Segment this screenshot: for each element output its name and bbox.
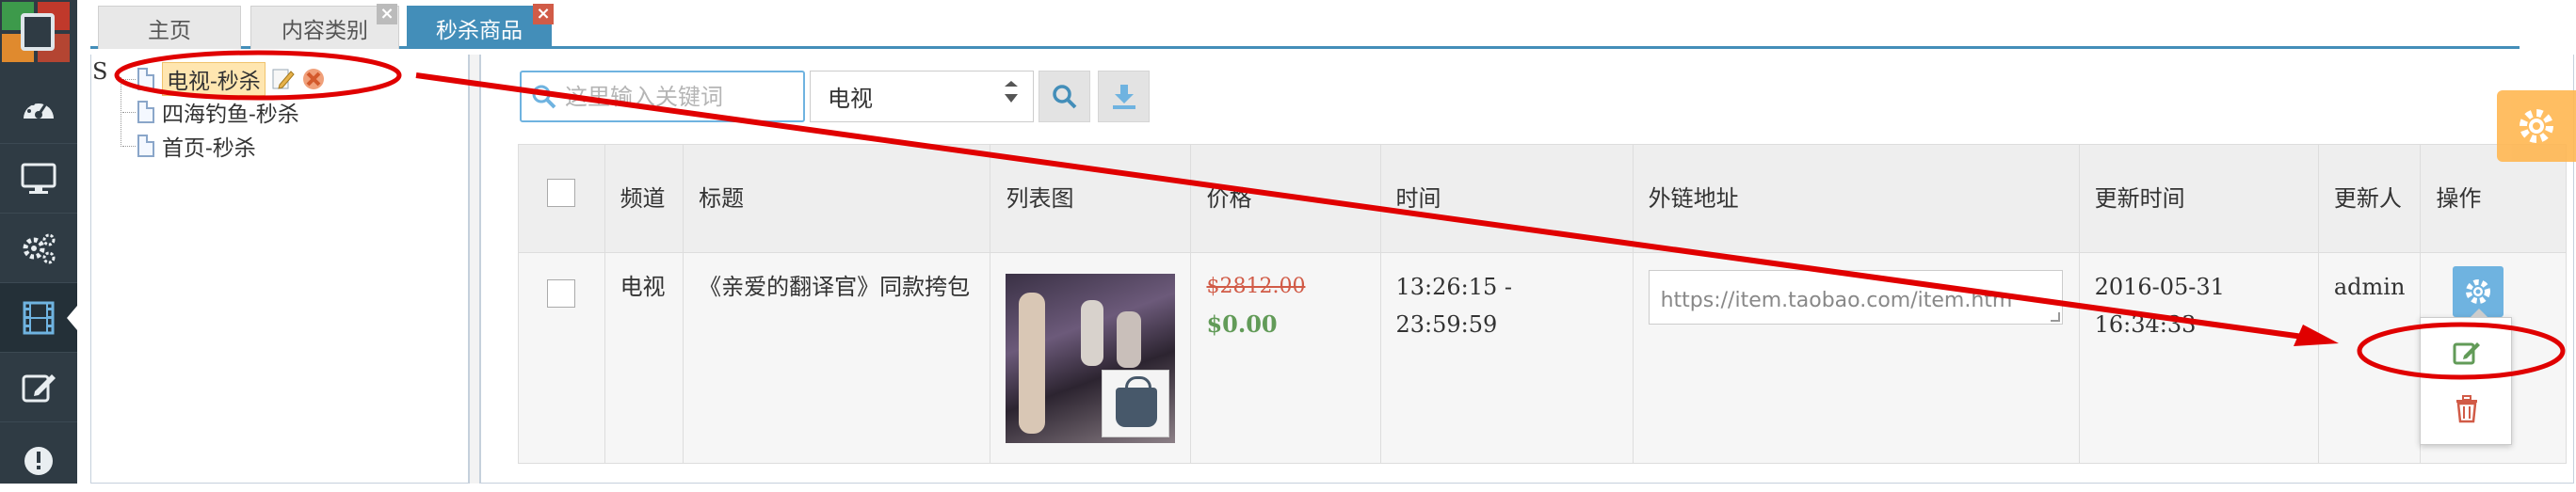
- document-icon: [137, 135, 154, 157]
- edit-action[interactable]: [2443, 329, 2490, 376]
- tab-label: 主页: [148, 18, 191, 43]
- tree-root: S: [92, 58, 108, 85]
- cell-link: https://item.taobao.com/item.htm: [1632, 252, 2080, 464]
- search-icon: [532, 85, 556, 108]
- select-all-cell: [518, 144, 605, 253]
- close-icon[interactable]: ×: [533, 4, 554, 24]
- tree-node-label: 四海钓鱼-秒杀: [162, 103, 299, 127]
- search-icon: [1052, 84, 1076, 108]
- tree-node-sihai-fishing-flash-sale[interactable]: 四海钓鱼-秒杀: [122, 96, 299, 128]
- resize-grip-icon[interactable]: [2050, 312, 2060, 322]
- settings-button[interactable]: [2497, 90, 2576, 162]
- cell-channel: 电视: [604, 252, 684, 464]
- select-all-checkbox[interactable]: [547, 179, 576, 207]
- row-actions-menu: [2420, 309, 2512, 445]
- sale-price: $0.00: [1206, 310, 1278, 338]
- delete-action[interactable]: [2443, 386, 2490, 433]
- search-input[interactable]: [565, 83, 781, 110]
- search-box[interactable]: [520, 71, 805, 122]
- tree-node-home-flash-sale[interactable]: 首页-秒杀: [122, 130, 256, 162]
- caret-down-icon: [1005, 94, 1018, 103]
- gear-icon: [2520, 109, 2553, 143]
- channel-select[interactable]: 电视: [810, 71, 1034, 122]
- cell-updated-by: admin: [2317, 252, 2422, 464]
- panel-splitter[interactable]: [469, 55, 480, 484]
- tab-home[interactable]: 主页: [98, 6, 241, 49]
- caret-up-icon: [1005, 81, 1018, 87]
- edit-icon: [2453, 342, 2480, 365]
- document-icon: [137, 101, 154, 123]
- film-icon[interactable]: [0, 283, 77, 353]
- export-button[interactable]: [1098, 71, 1150, 122]
- tree-node-label: 首页-秒杀: [162, 136, 256, 161]
- header-price[interactable]: 价格: [1190, 144, 1381, 253]
- header-time[interactable]: 时间: [1379, 144, 1634, 253]
- table-header-row: 频道 标题 列表图 价格 时间 外链地址 更新时间 更新人 操作: [518, 144, 2567, 253]
- delete-icon[interactable]: [301, 67, 326, 91]
- tree-node-label: 电视-秒杀: [162, 62, 266, 96]
- dashboard-icon[interactable]: [0, 74, 77, 144]
- download-icon: [1112, 84, 1135, 109]
- cell-updated-at: 2016-05-31 16:34:33: [2078, 252, 2319, 464]
- original-price: $2812.00: [1206, 275, 1306, 298]
- product-thumbnail[interactable]: [1006, 274, 1176, 443]
- table-row: 电视 《亲爱的翻译官》同款挎包 $2812.00 $0.00 13:26:15 …: [518, 252, 2567, 464]
- header-title[interactable]: 标题: [683, 144, 991, 253]
- cell-image: [990, 252, 1192, 464]
- search-button[interactable]: [1038, 71, 1090, 122]
- external-link-field[interactable]: https://item.taobao.com/item.htm: [1648, 270, 2063, 325]
- document-icon: [137, 68, 154, 90]
- header-image[interactable]: 列表图: [990, 144, 1192, 253]
- left-sidebar: [0, 0, 77, 484]
- channel-select-value: 电视: [828, 86, 873, 112]
- pencil-icon[interactable]: [271, 67, 296, 91]
- exclamation-icon[interactable]: [0, 422, 77, 492]
- trash-icon: [2456, 395, 2477, 423]
- close-icon[interactable]: ×: [377, 4, 397, 24]
- flash-sale-table: 频道 标题 列表图 价格 时间 外链地址 更新时间 更新人 操作 电视 《亲爱的…: [518, 144, 2567, 464]
- edit-icon[interactable]: [0, 353, 77, 422]
- gear-icon: [2466, 279, 2490, 304]
- cell-time: 13:26:15 - 23:59:59: [1379, 252, 1634, 464]
- cell-title: 《亲爱的翻译官》同款挎包: [683, 252, 991, 464]
- row-checkbox[interactable]: [547, 279, 576, 308]
- row-select-cell: [518, 252, 605, 464]
- cell-price: $2812.00 $0.00: [1190, 252, 1381, 464]
- header-channel[interactable]: 频道: [604, 144, 684, 253]
- monitor-icon[interactable]: [0, 144, 77, 214]
- tab-flash-sale-products[interactable]: 秒杀商品: [407, 6, 552, 49]
- header-updated-by[interactable]: 更新人: [2317, 144, 2422, 253]
- header-updated-at[interactable]: 更新时间: [2078, 144, 2319, 253]
- app-logo: [0, 0, 75, 64]
- header-link[interactable]: 外链地址: [1632, 144, 2080, 253]
- tree-node-tv-flash-sale[interactable]: 电视-秒杀: [122, 62, 326, 96]
- gears-icon[interactable]: [0, 214, 77, 283]
- tab-label: 秒杀商品: [436, 18, 523, 43]
- external-link-value: https://item.taobao.com/item.htm: [1660, 289, 2013, 312]
- tab-label: 内容类别: [282, 18, 368, 43]
